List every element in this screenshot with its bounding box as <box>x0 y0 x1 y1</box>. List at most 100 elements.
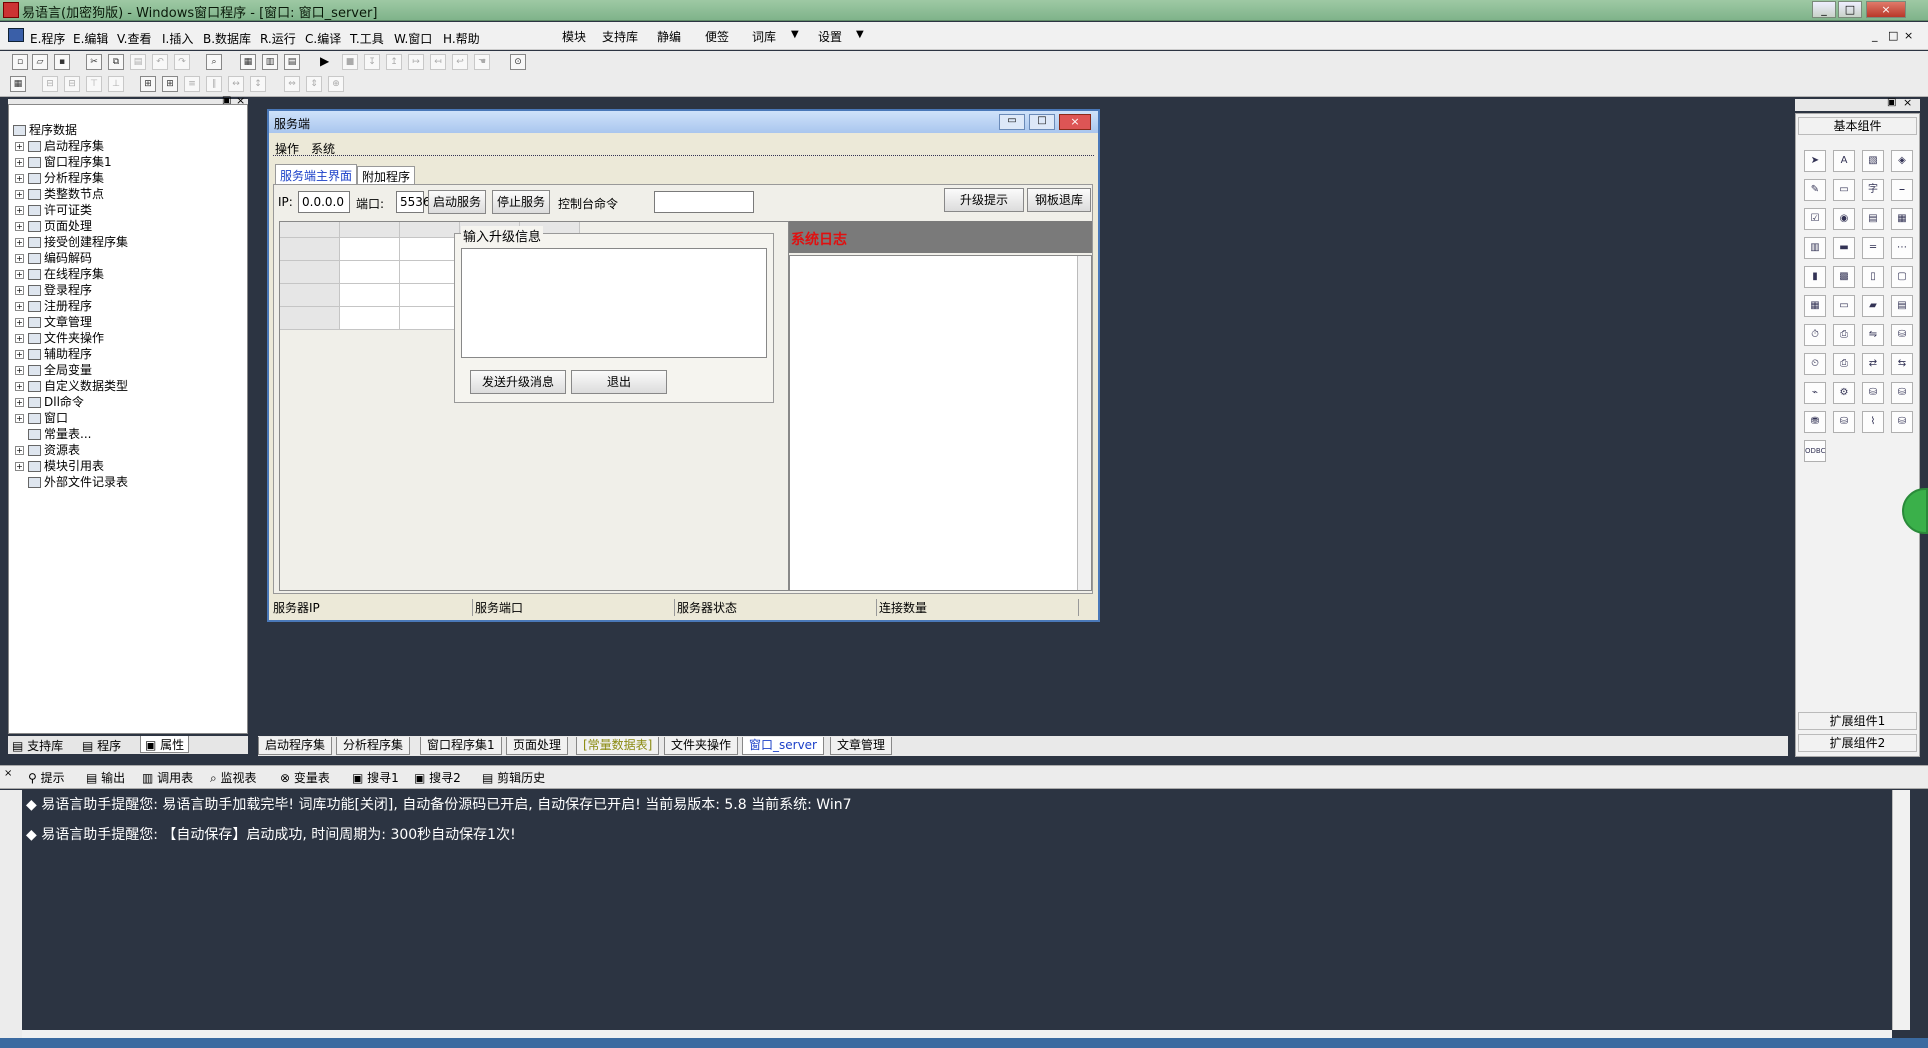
step5-icon[interactable]: ↩ <box>452 54 468 70</box>
cut-icon[interactable]: ✂ <box>86 54 102 70</box>
menu-edit[interactable]: E.编辑 <box>73 30 108 47</box>
tree-item[interactable]: + 页面处理 <box>15 217 92 234</box>
center-v-icon[interactable]: ⊞ <box>162 76 178 92</box>
odbc2-icon[interactable]: ⛁ <box>1891 411 1913 433</box>
tree-item[interactable]: 常量表... <box>28 425 91 442</box>
grid-icon[interactable]: ▦ <box>1891 208 1913 230</box>
steel-return-button[interactable]: 钢板退库 <box>1027 188 1091 212</box>
list-icon[interactable]: ▤ <box>1862 208 1884 230</box>
stop-service-button[interactable]: 停止服务 <box>492 190 550 214</box>
paste-icon[interactable]: ▤ <box>130 54 146 70</box>
tree-item[interactable]: + 类整数节点 <box>15 185 104 202</box>
progress-icon[interactable]: ▬ <box>1833 237 1855 259</box>
designer-min-button[interactable]: ▭ <box>999 114 1025 130</box>
tree-item[interactable]: + 资源表 <box>15 441 80 458</box>
copy-icon[interactable]: ⧉ <box>108 54 124 70</box>
step2-icon[interactable]: ↥ <box>386 54 402 70</box>
designer-close-button[interactable]: × <box>1059 114 1091 130</box>
size-h-icon[interactable]: ⇔ <box>284 76 300 92</box>
center-h-icon[interactable]: ⊞ <box>140 76 156 92</box>
hand-icon[interactable]: ☚ <box>474 54 490 70</box>
expand-icon[interactable]: + <box>15 206 24 215</box>
port-input[interactable]: 5536 <box>396 191 431 213</box>
tab-properties[interactable]: ▣ 属性 <box>140 736 190 753</box>
tree-item[interactable]: + 接受创建程序集 <box>15 233 128 250</box>
redo-icon[interactable]: ↷ <box>174 54 190 70</box>
upgrade-textarea[interactable] <box>461 248 767 358</box>
basic-components-header[interactable]: 基本组件 <box>1798 117 1917 135</box>
check-icon[interactable]: ☑ <box>1804 208 1826 230</box>
output-tab-calltable[interactable]: ▥ 调用表 <box>142 769 193 786</box>
code-tab[interactable]: 窗口程序集1 <box>420 737 502 755</box>
tree-item[interactable]: 外部文件记录表 <box>28 473 128 490</box>
ext-components-1[interactable]: 扩展组件1 <box>1798 712 1917 730</box>
scroll-icon[interactable]: ▯ <box>1862 266 1884 288</box>
tree-item[interactable]: + 注册程序 <box>15 297 92 314</box>
frame-icon[interactable]: ▭ <box>1833 179 1855 201</box>
picture-icon[interactable]: ▧ <box>1862 150 1884 172</box>
menu-compile[interactable]: C.编译 <box>305 30 341 47</box>
menu-database[interactable]: B.数据库 <box>203 30 251 47</box>
expand-icon[interactable]: + <box>15 446 24 455</box>
db-icon[interactable]: ⛁ <box>1891 324 1913 346</box>
output-tab-watch[interactable]: ⌕ 监视表 <box>210 769 257 786</box>
link2-icon[interactable]: ⇆ <box>1891 353 1913 375</box>
output-scrollbar[interactable] <box>1892 790 1910 1030</box>
expand-icon[interactable]: + <box>15 414 24 423</box>
run-icon[interactable]: ▶ <box>320 54 329 68</box>
expand-icon[interactable]: + <box>15 158 24 167</box>
tab-support-lib[interactable]: ▤ 支持库 <box>12 737 63 754</box>
print2-icon[interactable]: ⎙ <box>1833 353 1855 375</box>
start-service-button[interactable]: 启动服务 <box>428 190 486 214</box>
maximize-button[interactable]: □ <box>1838 1 1862 18</box>
log-area[interactable] <box>789 255 1092 591</box>
align-right-icon[interactable]: ⊟ <box>64 76 80 92</box>
find-icon[interactable]: ⌕ <box>206 54 222 70</box>
step3-icon[interactable]: ↦ <box>408 54 424 70</box>
tool-icon[interactable]: ⚙ <box>1833 382 1855 404</box>
size-both-icon[interactable]: ⊕ <box>328 76 344 92</box>
save-icon[interactable]: ▪ <box>54 54 70 70</box>
menu-notes[interactable]: 便签 <box>705 28 729 45</box>
right-pin-icon[interactable]: ▣ <box>1887 97 1896 108</box>
expand-icon[interactable]: + <box>15 174 24 183</box>
expand-icon[interactable]: + <box>15 190 24 199</box>
space-h-icon[interactable]: ≡ <box>184 76 200 92</box>
output-tab-search1[interactable]: ▣ 搜寻1 <box>352 769 399 786</box>
menu-program[interactable]: E.程序 <box>30 30 65 47</box>
tab-main-ui[interactable]: 服务端主界面 <box>275 164 358 186</box>
expand-icon[interactable]: + <box>15 398 24 407</box>
tree-item[interactable]: + 文件夹操作 <box>15 329 104 346</box>
space-v-icon[interactable]: ∥ <box>206 76 222 92</box>
layout3-icon[interactable]: ▤ <box>284 54 300 70</box>
tree-item[interactable]: + 全局变量 <box>15 361 92 378</box>
code-tab[interactable]: 分析程序集 <box>336 737 411 755</box>
link-icon[interactable]: ⇄ <box>1862 353 1884 375</box>
radio-icon[interactable]: ◉ <box>1833 208 1855 230</box>
tree-item[interactable]: + 许可证类 <box>15 201 92 218</box>
tab-addon[interactable]: 附加程序 <box>357 166 416 186</box>
tree-item[interactable]: + 辅助程序 <box>15 345 92 362</box>
edit-icon[interactable]: ✎ <box>1804 179 1826 201</box>
tree-item[interactable]: + 登录程序 <box>15 281 92 298</box>
cursor-icon[interactable]: ➤ <box>1804 150 1826 172</box>
undo-icon[interactable]: ↶ <box>152 54 168 70</box>
layout1-icon[interactable]: ▦ <box>240 54 256 70</box>
upgrade-tip-button[interactable]: 升级提示 <box>944 188 1024 212</box>
usb-icon[interactable]: ⌁ <box>1804 382 1826 404</box>
align-bottom-icon[interactable]: ⊥ <box>108 76 124 92</box>
mdi-minimize-button[interactable]: _ <box>1872 29 1878 42</box>
tree-item[interactable]: + 编码解码 <box>15 249 92 266</box>
menu-lexicon[interactable]: 词库 <box>752 28 776 45</box>
ext-components-2[interactable]: 扩展组件2 <box>1798 734 1917 752</box>
ip-input[interactable]: 0.0.0.0 <box>298 191 350 213</box>
lexicon-dropdown-icon[interactable]: ▼ <box>791 29 799 40</box>
expand-icon[interactable]: + <box>15 382 24 391</box>
tree-item[interactable]: + 文章管理 <box>15 313 92 330</box>
tab-icon[interactable]: ▩ <box>1833 266 1855 288</box>
expand-icon[interactable]: + <box>15 270 24 279</box>
close-button[interactable]: × <box>1866 1 1906 18</box>
tree-item[interactable]: + 窗口 <box>15 409 68 426</box>
layout2-icon[interactable]: ▥ <box>262 54 278 70</box>
same-height-icon[interactable]: ↕ <box>250 76 266 92</box>
